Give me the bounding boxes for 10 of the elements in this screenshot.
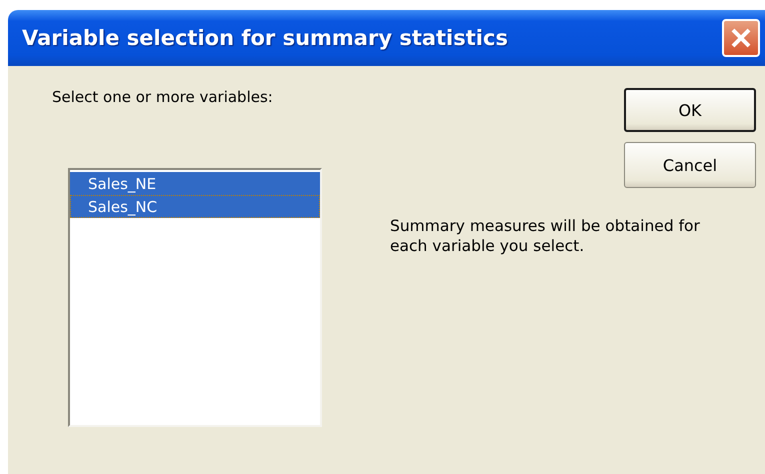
note-text: Summary measures will be obtained for each variable you select.: [390, 216, 701, 258]
close-button[interactable]: [722, 19, 760, 57]
list-item[interactable]: Sales_NE: [70, 172, 320, 195]
ok-button[interactable]: OK: [624, 88, 756, 132]
window-title: Variable selection for summary statistics: [22, 26, 508, 50]
cancel-button[interactable]: Cancel: [624, 142, 756, 188]
close-icon: [730, 27, 752, 49]
variable-list[interactable]: Sales_NE Sales_NC: [68, 168, 322, 427]
list-item[interactable]: Sales_NC: [70, 195, 320, 218]
prompt-label: Select one or more variables:: [52, 88, 274, 106]
